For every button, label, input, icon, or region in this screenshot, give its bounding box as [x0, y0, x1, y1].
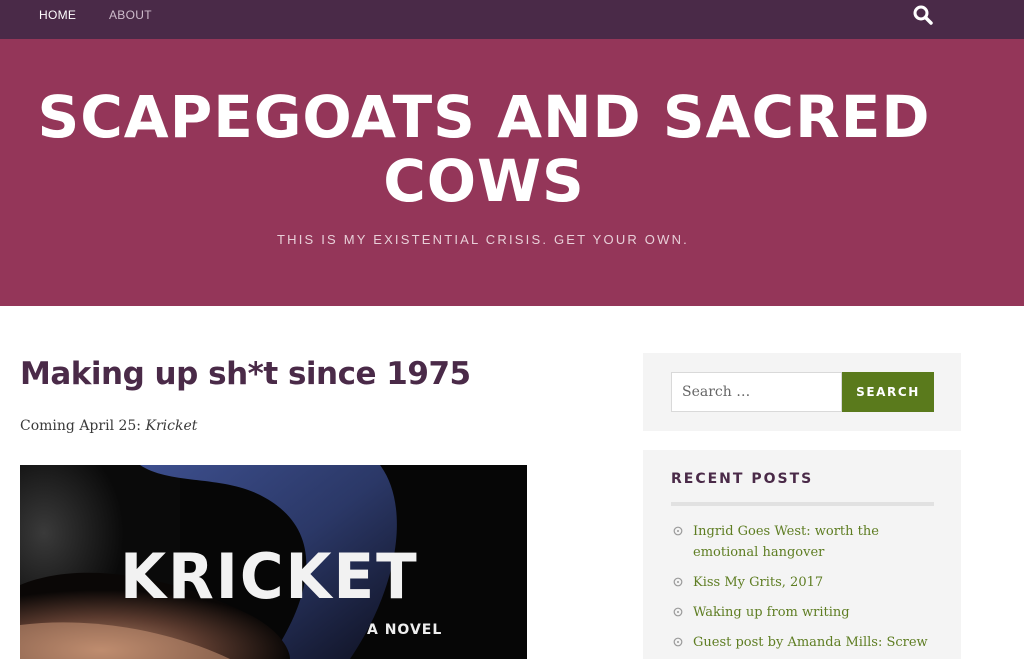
list-item: Kiss My Grits, 2017 — [671, 572, 934, 593]
site-title[interactable]: SCAPEGOATS AND SACRED COWS — [24, 85, 944, 213]
search-widget: SEARCH — [643, 353, 961, 431]
coming-prefix: Coming April 25: — [20, 418, 146, 434]
circle-bullet-icon — [673, 607, 683, 617]
search-input[interactable] — [671, 372, 842, 412]
page-title: Making up sh*t since 1975 — [20, 356, 471, 392]
cover-title: KRICKET — [120, 540, 419, 613]
circle-bullet-icon — [673, 637, 683, 647]
recent-post-link[interactable]: Guest post by Amanda Mills: Screw — [693, 635, 928, 650]
coming-soon-text: Coming April 25: Kricket — [20, 418, 197, 434]
nav-about-link[interactable]: ABOUT — [109, 0, 152, 30]
recent-posts-widget: RECENT POSTS Ingrid Goes West: worth the… — [643, 450, 961, 659]
coming-book-title: Kricket — [145, 418, 198, 434]
search-button[interactable]: SEARCH — [842, 372, 934, 412]
recent-post-link[interactable]: Ingrid Goes West: worth the emotional ha… — [693, 524, 879, 560]
recent-posts-title: RECENT POSTS — [671, 471, 814, 487]
cover-subtitle: A NOVEL — [367, 622, 443, 638]
site-header: SCAPEGOATS AND SACRED COWS THIS IS MY EX… — [0, 39, 1024, 306]
list-item: Ingrid Goes West: worth the emotional ha… — [671, 521, 934, 563]
search-icon[interactable] — [912, 4, 936, 26]
widget-divider — [671, 502, 934, 506]
site-title-line2: COWS — [383, 147, 585, 215]
circle-bullet-icon — [673, 526, 683, 536]
site-title-line1: SCAPEGOATS AND SACRED — [37, 83, 931, 151]
circle-bullet-icon — [673, 577, 683, 587]
list-item: Waking up from writing — [671, 602, 934, 623]
book-cover-image[interactable]: KRICKET A NOVEL — [20, 465, 527, 659]
list-item: Guest post by Amanda Mills: Screw — [671, 632, 934, 653]
recent-post-link[interactable]: Kiss My Grits, 2017 — [693, 575, 823, 590]
recent-post-link[interactable]: Waking up from writing — [693, 605, 850, 620]
site-tagline: THIS IS MY EXISTENTIAL CRISIS. GET YOUR … — [277, 232, 689, 247]
top-navigation: HOME ABOUT — [0, 0, 1024, 39]
nav-home-link[interactable]: HOME — [39, 0, 76, 30]
recent-posts-list: Ingrid Goes West: worth the emotional ha… — [671, 521, 934, 659]
